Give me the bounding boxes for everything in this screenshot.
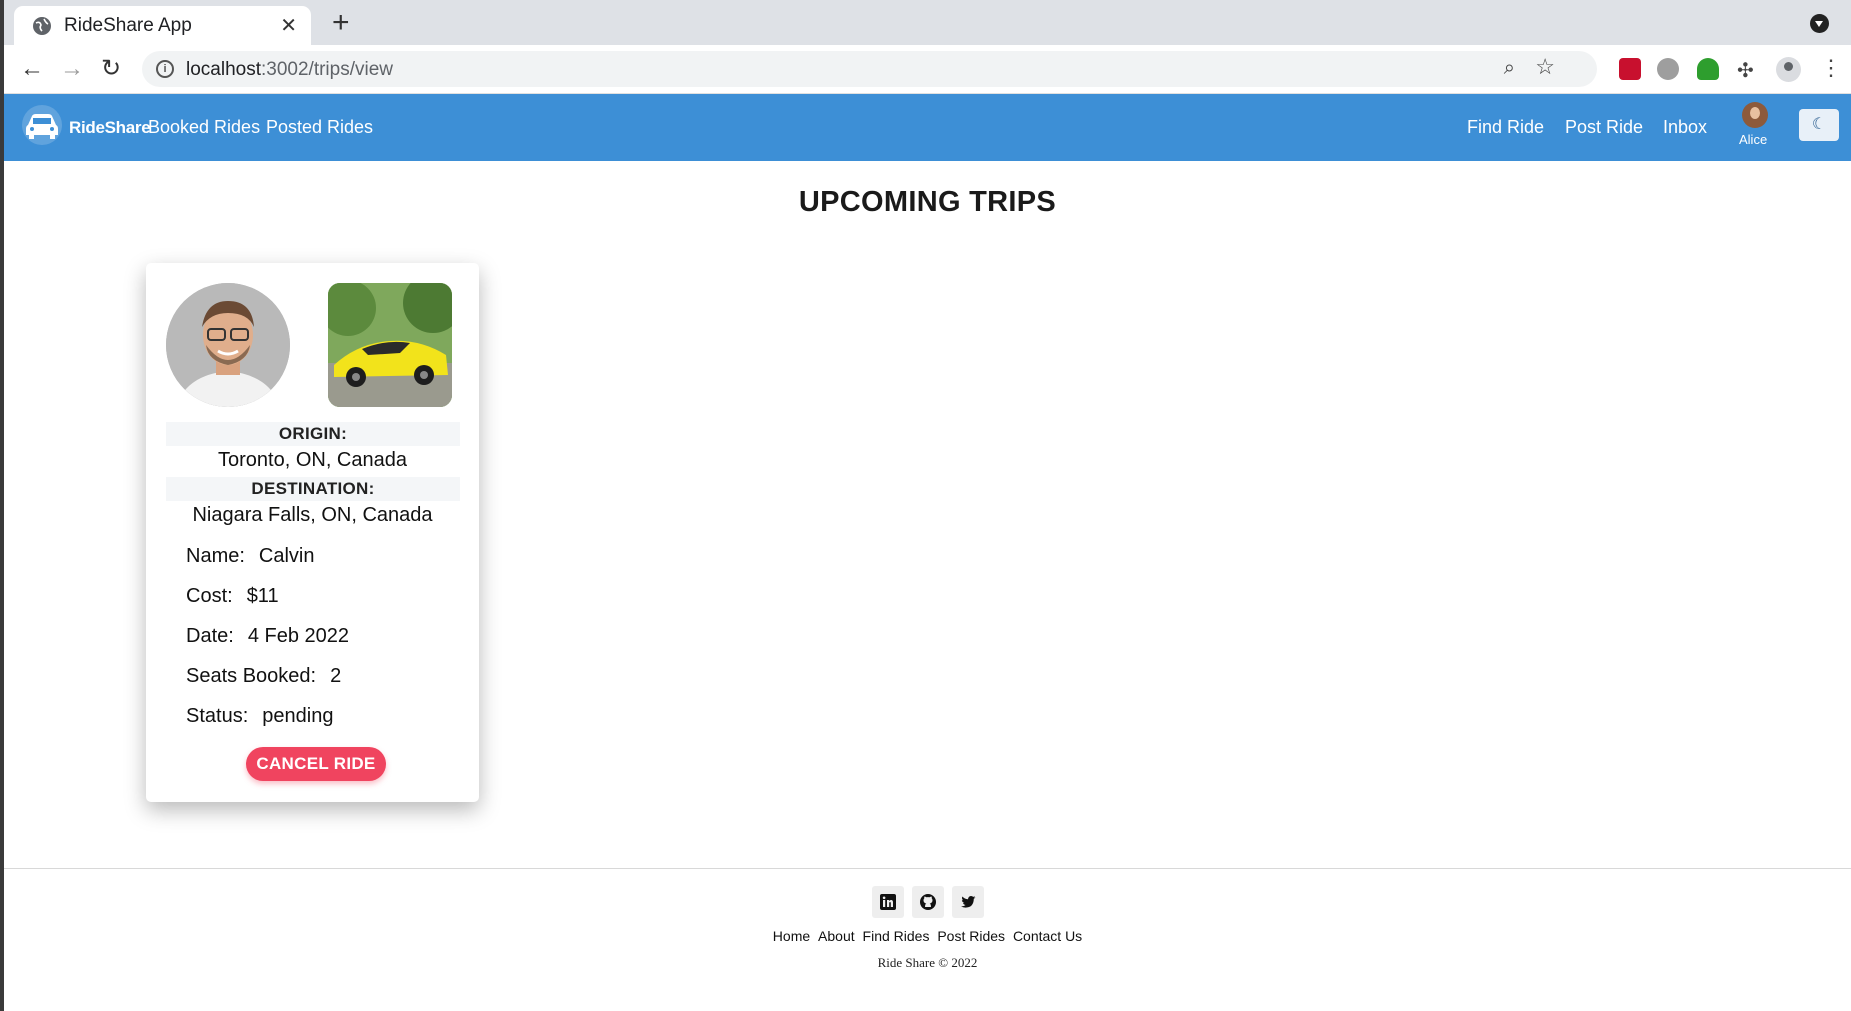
forward-arrow-icon[interactable]: → bbox=[60, 55, 84, 83]
car-logo-icon[interactable] bbox=[22, 105, 62, 145]
nav-inbox[interactable]: Inbox bbox=[1663, 117, 1707, 138]
footer-divider bbox=[4, 868, 1851, 869]
detail-value: 2 bbox=[330, 665, 342, 687]
tab-title: RideShare App bbox=[64, 14, 192, 36]
trip-card: ORIGIN: Toronto, ON, Canada DESTINATION:… bbox=[146, 263, 479, 802]
destination-label: DESTINATION: bbox=[166, 477, 460, 501]
url-text: localhost:3002/trips/view bbox=[186, 59, 393, 81]
more-menu-icon[interactable]: ⋮ bbox=[1820, 55, 1842, 81]
detail-label: Name: bbox=[186, 545, 245, 567]
origin-label: ORIGIN: bbox=[166, 422, 460, 446]
close-icon[interactable]: ✕ bbox=[280, 13, 297, 38]
tab-search-icon[interactable] bbox=[1810, 14, 1829, 33]
profile-icon[interactable] bbox=[1776, 57, 1801, 82]
origin-value: Toronto, ON, Canada bbox=[218, 449, 407, 471]
address-bar[interactable]: i localhost:3002/trips/view ⌕ ☆ bbox=[142, 51, 1597, 87]
dark-mode-moon-icon[interactable]: ☾ bbox=[1799, 109, 1839, 141]
brand-name[interactable]: RideShare bbox=[69, 118, 151, 138]
browser-toolbar: ← → ↻ i localhost:3002/trips/view ⌕ ☆ ✣ … bbox=[4, 45, 1851, 94]
bookmark-star-icon[interactable]: ☆ bbox=[1535, 54, 1555, 80]
status-row: Status: pending bbox=[186, 705, 333, 728]
site-info-icon[interactable]: i bbox=[156, 60, 174, 78]
car-photo bbox=[328, 283, 452, 407]
footer-links: Home About Find Rides Post Rides Contact… bbox=[4, 928, 1851, 944]
url-path: :3002/trips/view bbox=[261, 59, 394, 80]
detail-label: Date: bbox=[186, 625, 234, 647]
page-title: UPCOMING TRIPS bbox=[798, 186, 1057, 218]
footer-link-home[interactable]: Home bbox=[773, 928, 810, 944]
footer-link-post-rides[interactable]: Post Rides bbox=[937, 928, 1005, 944]
user-avatar[interactable] bbox=[1742, 102, 1768, 128]
reload-icon[interactable]: ↻ bbox=[101, 55, 121, 83]
nav-booked-rides[interactable]: Booked Rides bbox=[148, 117, 260, 138]
bug-extension-icon[interactable] bbox=[1657, 58, 1679, 80]
url-host: localhost bbox=[186, 59, 261, 80]
footer-link-find-rides[interactable]: Find Rides bbox=[863, 928, 930, 944]
nav-post-ride[interactable]: Post Ride bbox=[1565, 117, 1643, 138]
user-name[interactable]: Alice bbox=[1739, 132, 1767, 147]
driver-name-row: Name: Calvin bbox=[186, 545, 314, 568]
detail-value: 4 Feb 2022 bbox=[247, 625, 350, 647]
date-row: Date: 4 Feb 2022 bbox=[186, 625, 349, 648]
github-icon[interactable] bbox=[912, 886, 944, 918]
app-navbar: RideShare Booked Rides Posted Rides Find… bbox=[4, 94, 1851, 161]
twitter-icon[interactable] bbox=[952, 886, 984, 918]
destination-value: Niagara Falls, ON, Canada bbox=[192, 504, 433, 526]
driver-avatar bbox=[166, 283, 290, 407]
back-arrow-icon[interactable]: ← bbox=[20, 55, 44, 83]
cancel-ride-button[interactable]: CANCEL RIDE bbox=[246, 747, 386, 781]
tab-strip: RideShare App ✕ + bbox=[4, 0, 1851, 45]
detail-value: $11 bbox=[246, 585, 279, 607]
nav-posted-rides[interactable]: Posted Rides bbox=[266, 117, 373, 138]
linkedin-icon[interactable] bbox=[872, 886, 904, 918]
browser-window: RideShare App ✕ + ← → ↻ i localhost:3002… bbox=[4, 0, 1851, 1011]
footer-link-contact[interactable]: Contact Us bbox=[1013, 928, 1082, 944]
nav-find-ride[interactable]: Find Ride bbox=[1467, 117, 1544, 138]
extension-icon[interactable] bbox=[1619, 58, 1641, 80]
detail-label: Cost: bbox=[186, 585, 233, 607]
detail-label: Seats Booked: bbox=[186, 665, 317, 687]
html-extension-icon[interactable] bbox=[1697, 58, 1719, 80]
browser-tab[interactable]: RideShare App ✕ bbox=[14, 6, 311, 45]
puzzle-extensions-icon[interactable]: ✣ bbox=[1737, 58, 1759, 82]
copyright-text: Ride Share © 2022 bbox=[877, 955, 978, 970]
seats-booked-row: Seats Booked: 2 bbox=[186, 665, 341, 688]
zoom-icon[interactable]: ⌕ bbox=[1504, 57, 1515, 80]
detail-label: Status: bbox=[186, 705, 249, 727]
status-badge: pending bbox=[262, 705, 334, 727]
globe-icon bbox=[33, 16, 51, 35]
new-tab-icon[interactable]: + bbox=[332, 8, 350, 38]
footer-link-about[interactable]: About bbox=[818, 928, 855, 944]
cost-row: Cost: $11 bbox=[186, 585, 279, 608]
detail-value: Calvin bbox=[258, 545, 315, 567]
